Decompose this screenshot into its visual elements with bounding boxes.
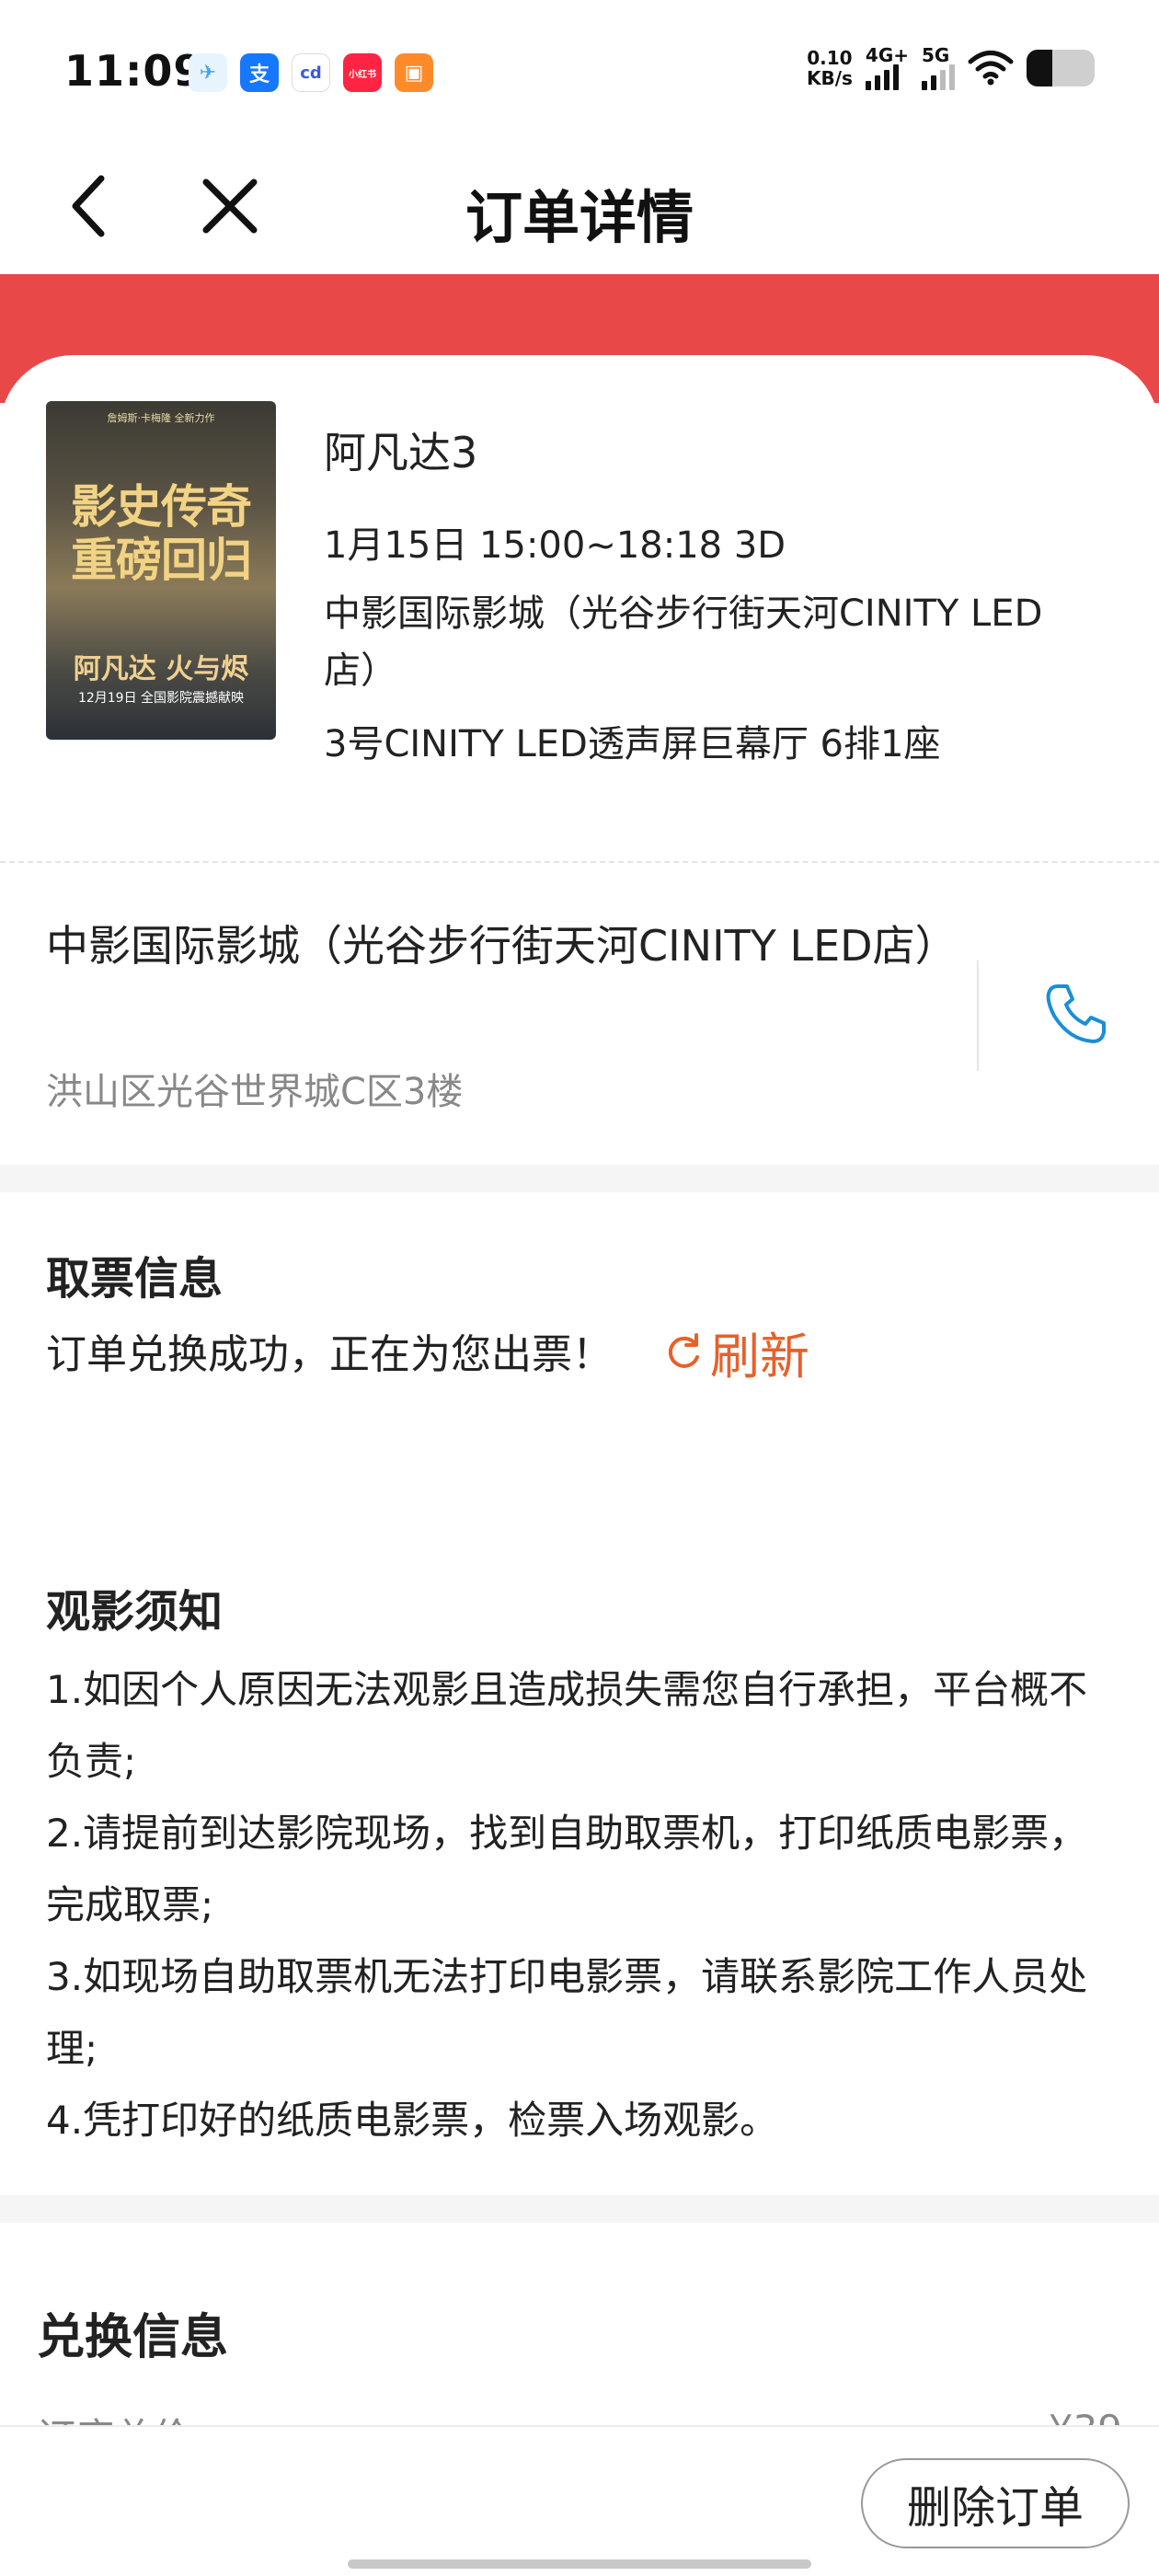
bottom-bar: 删除订单 (0, 2425, 1159, 2576)
movie-poster[interactable]: 詹姆斯·卡梅隆 全新力作 影史传奇重磅回归 阿凡达 火与烬 12月19日 全国影… (46, 401, 276, 740)
notice-item: 2.请提前到达影院现场，找到自助取票机，打印纸质电影票，完成取票; (46, 1811, 1088, 1927)
network-speed: 0.10 KB/s (807, 48, 853, 88)
status-indicators: 0.10 KB/s 4G+ 5G (807, 46, 1095, 90)
home-indicator[interactable] (348, 2559, 811, 2569)
signal-4g-icon: 4G+ (865, 44, 909, 90)
notice-item: 4.凭打印好的纸质电影票，检票入场观影。 (46, 2098, 779, 2143)
section-gap (0, 1165, 1159, 1192)
delete-order-button[interactable]: 删除订单 (861, 2458, 1130, 2548)
notice-item: 1.如因个人原因无法观影且造成损失需您自行承担，平台概不负责; (46, 1667, 1088, 1784)
exchange-row-value: ¥39 (1049, 2407, 1122, 2425)
refresh-icon (668, 1332, 699, 1368)
cinema-info[interactable]: 中影国际影城（光谷步行街天河CINITY LED店） 洪山区光谷世界城C区3楼 (0, 868, 1159, 1165)
ticket-status: 订单兑换成功，正在为您出票！ (46, 1331, 613, 1378)
status-app-icons: ✈ 支 cd 小红书 ▣ (189, 53, 433, 92)
phone-icon[interactable] (1041, 979, 1111, 1049)
notice-heading: 观影须知 (46, 1586, 224, 1638)
movie-cinema: 中影国际影城（光谷步行街天河CINITY LED店） (324, 592, 1043, 692)
page-title: 订单详情 (465, 184, 694, 251)
app-orange-icon: ▣ (395, 53, 433, 92)
notice-list: 1.如因个人原因无法观影且造成损失需您自行承担，平台概不负责; 2.请提前到达影… (46, 1654, 1113, 2156)
movie-card: 詹姆斯·卡梅隆 全新力作 影史传奇重磅回归 阿凡达 火与烬 12月19日 全国影… (0, 355, 1159, 867)
refresh-label: 刷新 (710, 1328, 809, 1386)
exchange-heading: 兑换信息 (37, 2310, 229, 2365)
ticket-heading: 取票信息 (46, 1253, 224, 1305)
dashed-divider (0, 861, 1159, 863)
wifi-icon (968, 51, 1014, 86)
movie-hall-seat: 3号CINITY LED透声屏巨幕厅 6排1座 (324, 723, 941, 765)
app-icon: cd (292, 53, 330, 92)
xiaohongshu-icon: 小红书 (343, 53, 382, 92)
notice-item: 3.如现场自助取票机无法打印电影票，请联系影院工作人员处理; (46, 1954, 1088, 2071)
section-gap (0, 2195, 1159, 2223)
cinema-address: 洪山区光谷世界城C区3楼 (46, 1071, 464, 1113)
status-time: 11:09 (64, 46, 204, 96)
battery-icon (1027, 50, 1095, 86)
exchange-row-label: 订座总价 (37, 2407, 191, 2425)
network-speed-unit: KB/s (806, 67, 853, 89)
nav-bar: 订单详情 (0, 138, 1159, 274)
exchange-section: 兑换信息 订座总价 ¥39 (0, 2223, 1159, 2425)
status-bar: 11:09 ✈ 支 cd 小红书 ▣ 0.10 KB/s 4G+ 5G (0, 0, 1159, 138)
poster-release: 12月19日 全国影院震撼献映 (77, 691, 245, 706)
movie-showtime: 1月15日 15:00~18:18 3D (324, 524, 786, 567)
signal-5g-icon: 5G (922, 46, 955, 90)
cinema-name: 中影国际影城（光谷步行街天河CINITY LED店） (46, 921, 958, 971)
poster-subtitle: 阿凡达 火与烬 (73, 653, 249, 685)
poster-top-text: 詹姆斯·卡梅隆 全新力作 (107, 412, 215, 424)
network-speed-value: 0.10 (807, 47, 853, 69)
signal-5g-label: 5G (922, 44, 950, 66)
ticket-section: 取票信息 订单兑换成功，正在为您出票！ 刷新 观影须知 1.如因个人原因无法观影… (0, 1192, 1159, 2195)
vertical-divider (977, 960, 979, 1071)
signal-4g-label: 4G+ (865, 44, 909, 66)
exchange-row: 订座总价 ¥39 (37, 2407, 1122, 2425)
telegram-icon: ✈ (189, 53, 227, 92)
refresh-button[interactable]: 刷新 (662, 1316, 809, 1388)
movie-title: 阿凡达3 (324, 428, 478, 477)
alipay-icon: 支 (240, 53, 279, 92)
poster-headline: 影史传奇重磅回归 (71, 480, 252, 587)
